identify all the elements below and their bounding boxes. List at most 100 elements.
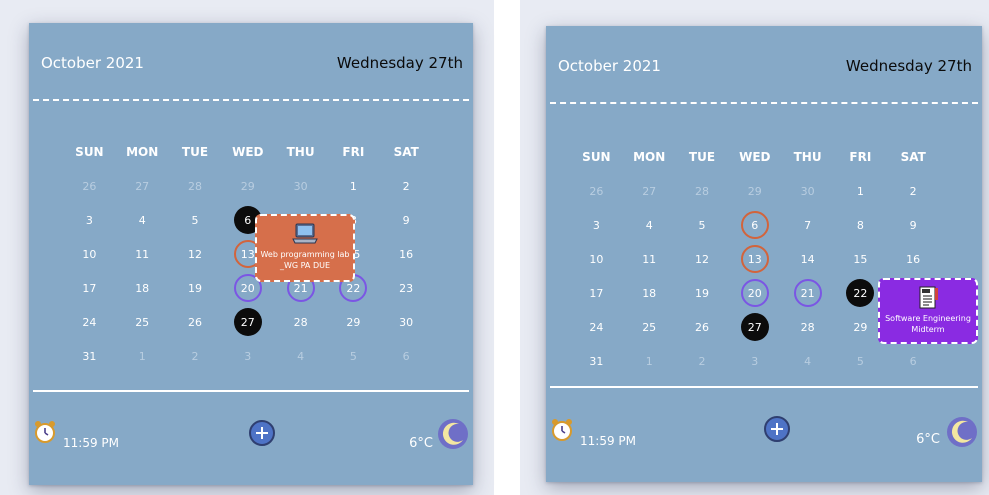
- alarm-clock-icon[interactable]: [550, 418, 574, 442]
- day-cell[interactable]: 2: [887, 174, 940, 208]
- event-day-marker[interactable]: 21: [793, 279, 822, 307]
- day-cell[interactable]: 12: [169, 237, 222, 271]
- day-cell[interactable]: 20: [728, 276, 781, 310]
- day-cell[interactable]: 30: [274, 169, 327, 203]
- day-cell[interactable]: 24: [63, 305, 116, 339]
- day-cell[interactable]: 28: [274, 305, 327, 339]
- day-cell[interactable]: 8: [834, 208, 887, 242]
- day-cell[interactable]: 3: [728, 344, 781, 378]
- day-cell[interactable]: 21: [781, 276, 834, 310]
- day-cell[interactable]: 5: [676, 208, 729, 242]
- event-popup[interactable]: Software Engineering Midterm: [878, 278, 978, 344]
- event-day-marker[interactable]: 20: [740, 279, 769, 307]
- day-cell[interactable]: 30: [380, 305, 433, 339]
- day-cell[interactable]: 6: [887, 344, 940, 378]
- weekday-wed: WED: [232, 145, 264, 159]
- day-cell[interactable]: 6: [728, 208, 781, 242]
- moon-weather-icon: [438, 419, 468, 449]
- calendar-card-left: October 2021 Wednesday 27th SUN MON TUE …: [29, 23, 473, 485]
- day-cell[interactable]: 30: [781, 174, 834, 208]
- month-label: October 2021: [558, 57, 661, 75]
- day-cell[interactable]: 24: [570, 310, 623, 344]
- day-cell[interactable]: 26: [169, 305, 222, 339]
- weekday-mon: MON: [633, 150, 666, 164]
- day-cell[interactable]: 27: [728, 310, 781, 344]
- event-day-marker[interactable]: 13: [740, 245, 769, 273]
- calendar-footer: 11:59 PM 6°C: [33, 418, 469, 458]
- day-cell[interactable]: 3: [63, 203, 116, 237]
- day-cell[interactable]: 14: [781, 242, 834, 276]
- weekday-sat: SAT: [900, 150, 926, 164]
- calendar-grid: SUN MON TUE WED THU FRI SAT 26 27 28 29 …: [63, 135, 433, 373]
- event-day-marker[interactable]: 22: [846, 279, 875, 307]
- add-event-button[interactable]: [764, 416, 790, 442]
- day-cell[interactable]: 11: [623, 242, 676, 276]
- day-cell[interactable]: 25: [116, 305, 169, 339]
- add-event-button[interactable]: [249, 420, 275, 446]
- day-cell[interactable]: 23: [380, 271, 433, 305]
- event-popup[interactable]: Web programming lab _WG PA DUE: [255, 214, 355, 282]
- day-cell[interactable]: 4: [781, 344, 834, 378]
- day-cell[interactable]: 13: [728, 242, 781, 276]
- day-cell[interactable]: 2: [380, 169, 433, 203]
- day-cell[interactable]: 5: [169, 203, 222, 237]
- day-cell[interactable]: 12: [676, 242, 729, 276]
- day-cell[interactable]: 28: [676, 174, 729, 208]
- day-cell[interactable]: 10: [63, 237, 116, 271]
- day-cell[interactable]: 31: [570, 344, 623, 378]
- day-cell[interactable]: 16: [887, 242, 940, 276]
- day-cell[interactable]: 4: [116, 203, 169, 237]
- event-day-marker[interactable]: 6: [740, 211, 769, 239]
- day-cell[interactable]: 18: [623, 276, 676, 310]
- day-cell[interactable]: 29: [221, 169, 274, 203]
- day-cell[interactable]: 11: [116, 237, 169, 271]
- day-cell[interactable]: 27: [116, 169, 169, 203]
- day-cell[interactable]: 1: [116, 339, 169, 373]
- day-cell[interactable]: 28: [169, 169, 222, 203]
- day-cell[interactable]: 10: [570, 242, 623, 276]
- day-cell[interactable]: 1: [623, 344, 676, 378]
- day-cell[interactable]: 2: [169, 339, 222, 373]
- day-cell[interactable]: 27: [623, 174, 676, 208]
- alarm-clock-icon[interactable]: [33, 420, 57, 444]
- day-cell[interactable]: 31: [63, 339, 116, 373]
- week-row: 17 18 19 20 21 22 23: [63, 271, 433, 305]
- day-cell[interactable]: 5: [834, 344, 887, 378]
- today-marker[interactable]: 27: [233, 308, 262, 336]
- day-cell[interactable]: 16: [380, 237, 433, 271]
- day-cell[interactable]: 1: [834, 174, 887, 208]
- day-cell[interactable]: 28: [781, 310, 834, 344]
- day-cell[interactable]: 19: [169, 271, 222, 305]
- day-cell[interactable]: 18: [116, 271, 169, 305]
- day-cell[interactable]: 3: [221, 339, 274, 373]
- day-cell[interactable]: 1: [327, 169, 380, 203]
- weekday-fri: FRI: [849, 150, 872, 164]
- today-marker[interactable]: 27: [740, 313, 769, 341]
- day-cell[interactable]: 26: [570, 174, 623, 208]
- day-cell[interactable]: 26: [63, 169, 116, 203]
- day-cell[interactable]: 7: [781, 208, 834, 242]
- day-cell[interactable]: 9: [887, 208, 940, 242]
- day-cell[interactable]: 15: [834, 242, 887, 276]
- day-cell[interactable]: 17: [570, 276, 623, 310]
- day-cell[interactable]: 29: [728, 174, 781, 208]
- day-cell[interactable]: 29: [327, 305, 380, 339]
- day-cell[interactable]: 5: [327, 339, 380, 373]
- day-cell[interactable]: 4: [274, 339, 327, 373]
- day-cell[interactable]: 27: [221, 305, 274, 339]
- temperature: 6°C: [409, 436, 433, 451]
- day-cell[interactable]: 17: [63, 271, 116, 305]
- month-label: October 2021: [41, 54, 144, 72]
- day-cell[interactable]: 4: [623, 208, 676, 242]
- day-cell[interactable]: 25: [623, 310, 676, 344]
- weekday-thu: THU: [286, 145, 315, 159]
- day-cell[interactable]: 6: [380, 339, 433, 373]
- week-row: 26 27 28 29 30 1 2: [570, 174, 950, 208]
- day-cell[interactable]: 26: [676, 310, 729, 344]
- day-cell[interactable]: 9: [380, 203, 433, 237]
- day-cell[interactable]: 19: [676, 276, 729, 310]
- day-cell[interactable]: 3: [570, 208, 623, 242]
- day-cell[interactable]: 2: [676, 344, 729, 378]
- weekday-sun: SUN: [582, 150, 611, 164]
- week-row: 26 27 28 29 30 1 2: [63, 169, 433, 203]
